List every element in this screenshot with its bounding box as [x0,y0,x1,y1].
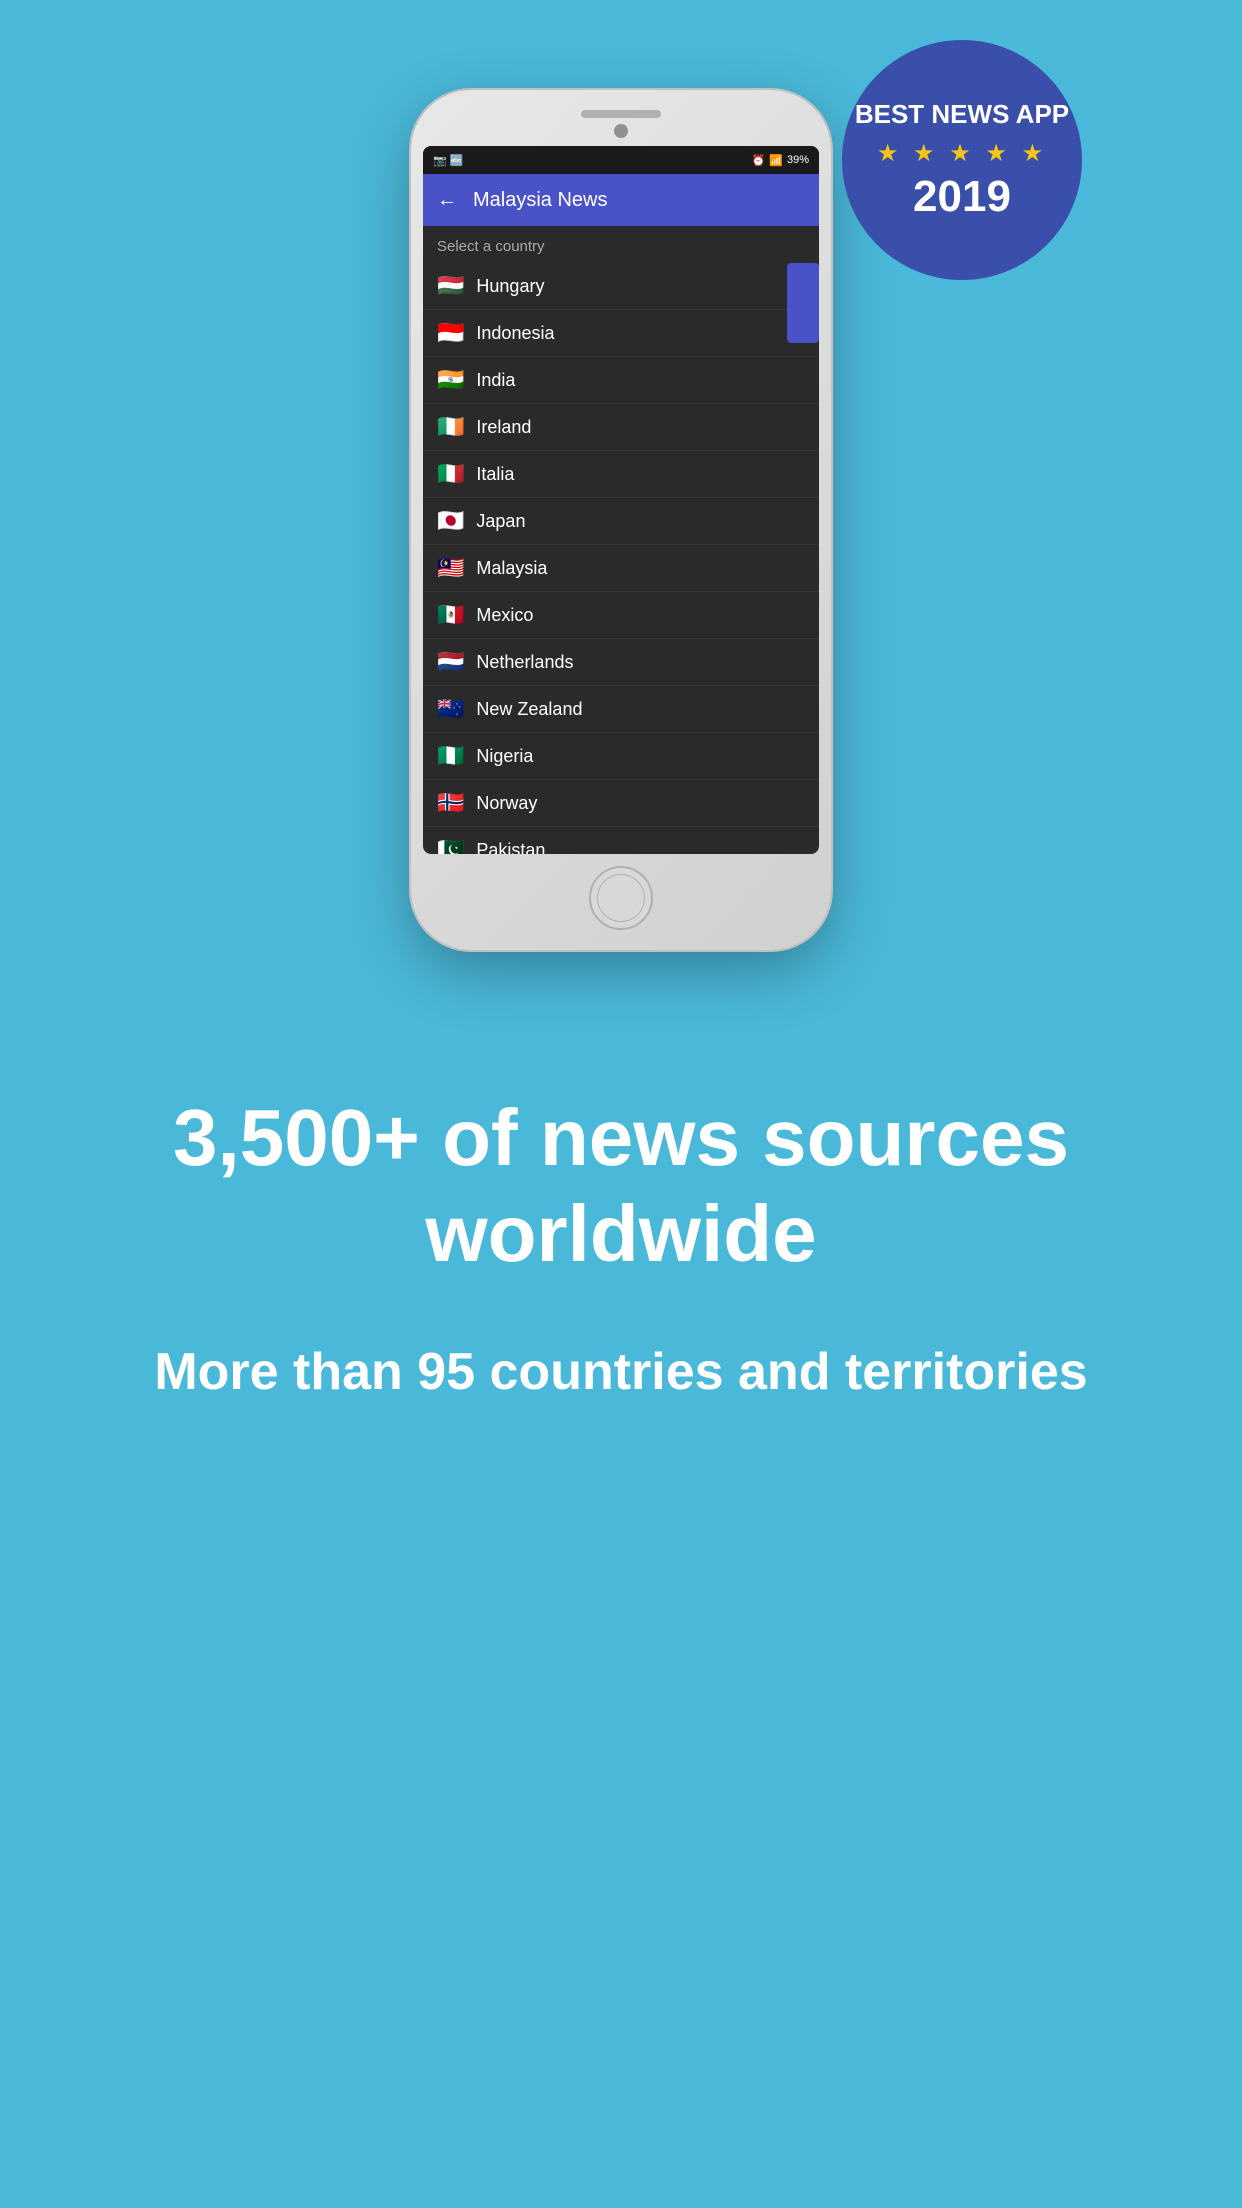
nav-bar: ← Malaysia News [423,174,819,226]
list-item[interactable]: 🇮🇪 Ireland [423,404,819,451]
country-name: Pakistan [476,840,545,855]
country-name: New Zealand [476,699,582,720]
phone-speaker [581,110,661,118]
list-item[interactable]: 🇳🇴 Norway [423,780,819,827]
status-right-icons: ⏰ 📶 39% [752,154,809,167]
status-left-icons: 📷 🔤 [433,154,463,167]
country-name: Indonesia [476,323,554,344]
list-item[interactable]: 🇯🇵 Japan [423,498,819,545]
country-name: Norway [476,793,537,814]
list-item[interactable]: 🇵🇰 Pakistan [423,827,819,854]
country-flag-icon: 🇮🇩 [437,322,464,344]
country-flag-icon: 🇭🇺 [437,275,464,297]
phone-mockup: 📷 🔤 ⏰ 📶 39% ← Malaysia News Select a cou… [411,90,831,950]
back-button[interactable]: ← [437,189,457,212]
list-item[interactable]: 🇲🇽 Mexico [423,592,819,639]
badge-year: 2019 [913,172,1011,222]
list-item[interactable]: 🇳🇬 Nigeria [423,733,819,780]
country-flag-icon: 🇮🇪 [437,416,464,438]
alarm-icon: ⏰ [752,154,766,167]
bottom-section: 3,500+ of news sources worldwide More th… [0,1010,1242,1502]
country-flag-icon: 🇳🇴 [437,792,464,814]
list-item[interactable]: 🇮🇩 Indonesia [423,310,819,357]
countries-container: 🇭🇺Hungary▼🇮🇩Indonesia🇮🇳India🇮🇪Ireland🇮🇹I… [423,263,819,854]
main-tagline: 3,500+ of news sources worldwide [80,1090,1162,1282]
country-flag-icon: 🇮🇹 [437,463,464,485]
badge-stars: ★ ★ ★ ★ ★ [877,139,1047,168]
scroll-indicator[interactable] [787,263,819,343]
country-flag-icon: 🇲🇾 [437,557,464,579]
country-name: Ireland [476,417,531,438]
country-name: Italia [476,464,514,485]
country-flag-icon: 🇯🇵 [437,510,464,532]
country-flag-icon: 🇮🇳 [437,369,464,391]
select-country-label: Select a country [423,226,819,263]
country-name: Hungary [476,276,544,297]
wifi-icon: 📶 [769,154,783,167]
phone-camera [614,124,628,138]
list-item[interactable]: 🇲🇾 Malaysia [423,545,819,592]
home-button[interactable] [589,866,653,930]
country-flag-icon: 🇳🇱 [437,651,464,673]
top-section: BEST NEWS APP ★ ★ ★ ★ ★ 2019 📷 🔤 ⏰ 📶 39%… [0,0,1242,1010]
home-button-inner [597,874,645,922]
country-name: India [476,370,515,391]
list-item[interactable]: 🇮🇳 India [423,357,819,404]
sub-tagline: More than 95 countries and territories [154,1342,1087,1402]
country-name: Nigeria [476,746,533,767]
phone-notch [423,110,819,138]
best-app-badge: BEST NEWS APP ★ ★ ★ ★ ★ 2019 [842,40,1082,280]
country-flag-icon: 🇳🇬 [437,745,464,767]
country-name: Netherlands [476,652,573,673]
list-item[interactable]: 🇳🇿 New Zealand [423,686,819,733]
phone-screen: 📷 🔤 ⏰ 📶 39% ← Malaysia News Select a cou… [423,146,819,854]
country-flag-icon: 🇳🇿 [437,698,464,720]
nav-title: Malaysia News [473,189,607,212]
list-item[interactable]: 🇭🇺Hungary▼ [423,263,819,310]
list-item[interactable]: 🇮🇹 Italia [423,451,819,498]
battery-label: 39% [787,154,809,166]
status-bar: 📷 🔤 ⏰ 📶 39% [423,146,819,174]
country-name: Japan [476,511,525,532]
list-item[interactable]: 🇳🇱 Netherlands [423,639,819,686]
country-flag-icon: 🇲🇽 [437,604,464,626]
country-name: Mexico [476,605,533,626]
country-list[interactable]: 🇭🇺Hungary▼🇮🇩Indonesia🇮🇳India🇮🇪Ireland🇮🇹I… [423,263,819,854]
badge-title: BEST NEWS APP [855,98,1069,132]
country-name: Malaysia [476,558,547,579]
country-flag-icon: 🇵🇰 [437,839,464,854]
